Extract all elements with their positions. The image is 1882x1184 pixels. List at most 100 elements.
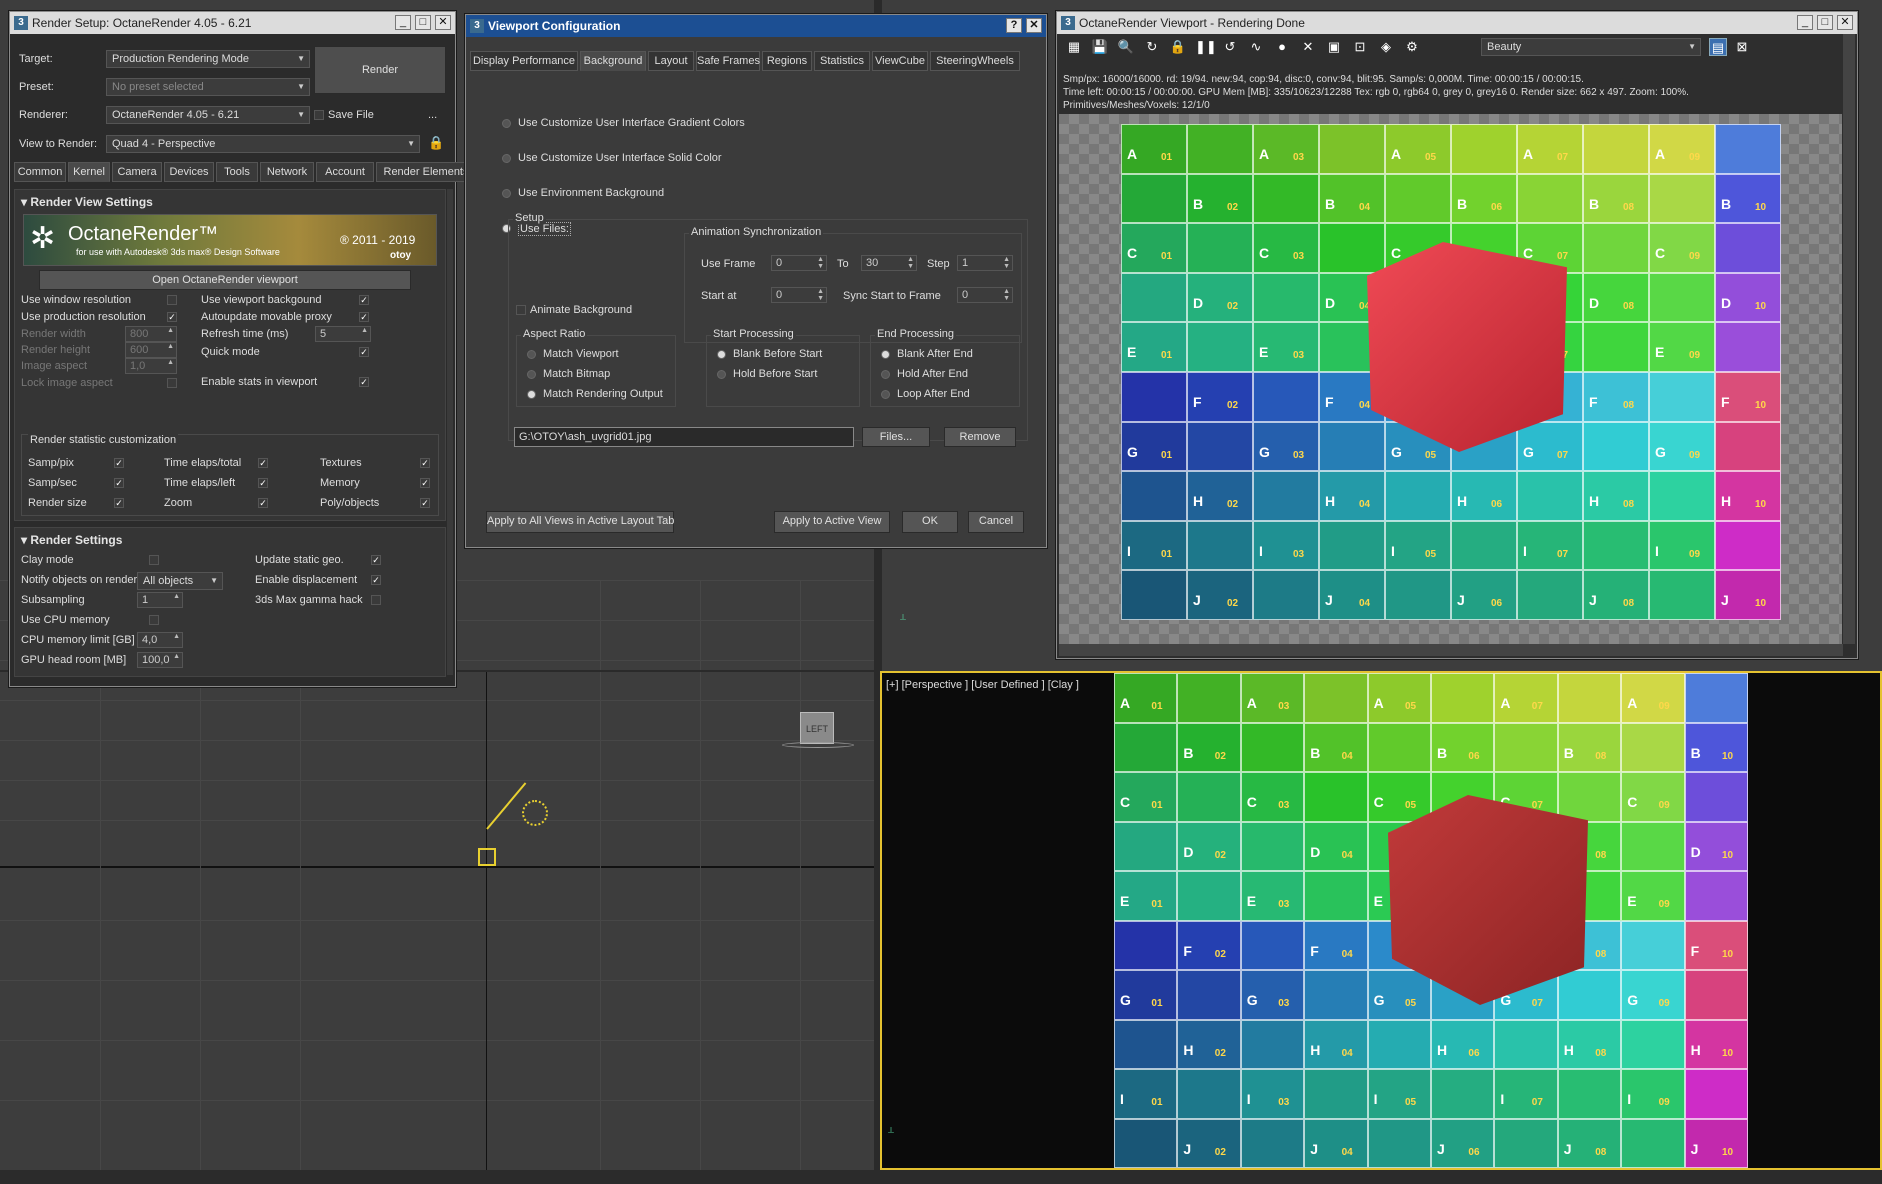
section-title[interactable]: ▾ Render View Settings xyxy=(21,195,153,209)
use-frame-spinner[interactable]: 0 ▲ ▼ xyxy=(771,255,827,271)
apply-all-views-button[interactable]: Apply to All Views in Active Layout Tab xyxy=(486,511,674,533)
clear-icon[interactable]: ✕ xyxy=(1299,38,1317,56)
setting-checkbox[interactable] xyxy=(149,555,159,565)
setting-checkbox[interactable] xyxy=(371,595,381,605)
animate-background-checkbox[interactable] xyxy=(516,305,526,315)
option-checkbox[interactable] xyxy=(359,295,369,305)
option-radio[interactable] xyxy=(527,390,536,399)
pause-icon[interactable]: ❚❚ xyxy=(1195,38,1217,56)
color-icon[interactable]: ● xyxy=(1273,38,1291,56)
tab-display-performance[interactable]: Display Performance xyxy=(470,51,578,71)
remove-button[interactable]: Remove xyxy=(944,427,1016,447)
close-icon[interactable]: ✕ xyxy=(1026,18,1042,33)
tab-common[interactable]: Common xyxy=(14,162,66,182)
setting-checkbox[interactable] xyxy=(371,575,381,585)
region-icon[interactable]: ⊠ xyxy=(1733,38,1751,56)
tab-camera[interactable]: Camera xyxy=(112,162,162,182)
tab-account[interactable]: Account xyxy=(316,162,374,182)
redo-icon[interactable]: ↺ xyxy=(1221,38,1239,56)
option-spinner[interactable]: 600 ▲ xyxy=(125,342,177,358)
setting-checkbox[interactable] xyxy=(149,615,159,625)
spinner-arrows-icon[interactable]: ▲ ▼ xyxy=(1003,256,1010,270)
viewport-config-titlebar[interactable]: 3 Viewport Configuration ? ✕ xyxy=(466,15,1046,37)
tab-tools[interactable]: Tools xyxy=(216,162,258,182)
minimize-icon[interactable]: _ xyxy=(1797,15,1813,30)
spinner-arrows-icon[interactable]: ▲ xyxy=(361,327,368,334)
maximize-icon[interactable]: □ xyxy=(415,15,431,30)
option-spinner[interactable]: 800 ▲ xyxy=(125,326,177,342)
render-setup-titlebar[interactable]: 3 Render Setup: OctaneRender 4.05 - 6.21… xyxy=(10,12,455,34)
file-path-field[interactable]: G:\OTOY\ash_uvgrid01.jpg xyxy=(514,427,854,447)
tab-viewcube[interactable]: ViewCube xyxy=(872,51,928,71)
setting-spinner[interactable]: 100,0 ▲ xyxy=(137,652,183,668)
refresh-icon[interactable]: ↻ xyxy=(1143,38,1161,56)
viewcube[interactable]: LEFT xyxy=(800,712,834,744)
close-icon[interactable]: ✕ xyxy=(435,15,451,30)
option-spinner[interactable]: 1,0 ▲ xyxy=(125,358,177,374)
option-checkbox[interactable] xyxy=(167,312,177,322)
preset-dropdown[interactable]: No preset selected ▼ xyxy=(106,78,310,96)
tab-background[interactable]: Background xyxy=(580,51,646,71)
option-checkbox[interactable] xyxy=(359,377,369,387)
stat-checkbox[interactable] xyxy=(114,478,124,488)
setting-checkbox[interactable] xyxy=(371,555,381,565)
layout-icon[interactable]: ▤ xyxy=(1709,38,1727,56)
render-canvas[interactable]: A 01 A 03 A 05 A 07 A 09 B 02 B 04 B 06 B 08 B 10 C 01 C 03 C 05 C… xyxy=(1059,114,1842,644)
option-checkbox[interactable] xyxy=(167,378,177,388)
tab-devices[interactable]: Devices xyxy=(164,162,214,182)
files-button[interactable]: Files... xyxy=(862,427,930,447)
lock-icon[interactable]: 🔒 xyxy=(1169,38,1187,56)
stat-checkbox[interactable] xyxy=(420,498,430,508)
renderer-dropdown[interactable]: OctaneRender 4.05 - 6.21 ▼ xyxy=(106,106,310,124)
option-radio[interactable] xyxy=(881,390,890,399)
stat-checkbox[interactable] xyxy=(420,458,430,468)
setting-dropdown[interactable]: All objects ▼ xyxy=(137,572,223,590)
open-octane-viewport-button[interactable]: Open OctaneRender viewport xyxy=(39,270,411,290)
spinner-arrows-icon[interactable]: ▲ ▼ xyxy=(817,256,824,270)
option-radio[interactable] xyxy=(527,370,536,379)
stat-checkbox[interactable] xyxy=(258,458,268,468)
minimize-icon[interactable]: _ xyxy=(395,15,411,30)
camera-icon[interactable]: ⊡ xyxy=(1351,38,1369,56)
option-checkbox[interactable] xyxy=(167,295,177,305)
tab-regions[interactable]: Regions xyxy=(762,51,812,71)
spinner-arrows-icon[interactable]: ▲ xyxy=(167,327,174,334)
start-at-spinner[interactable]: 0 ▲ ▼ xyxy=(771,287,827,303)
spinner-arrows-icon[interactable]: ▲ xyxy=(173,633,180,640)
tab-network[interactable]: Network xyxy=(260,162,314,182)
to-frame-spinner[interactable]: 30 ▲ ▼ xyxy=(861,255,917,271)
target-dropdown[interactable]: Production Rendering Mode ▼ xyxy=(106,50,310,68)
option-checkbox[interactable] xyxy=(359,312,369,322)
render-pass-dropdown[interactable]: Beauty ▼ xyxy=(1481,38,1701,56)
spinner-arrows-icon[interactable]: ▲ xyxy=(173,653,180,660)
close-icon[interactable]: ✕ xyxy=(1837,15,1853,30)
save-file-checkbox[interactable] xyxy=(314,110,324,120)
viewport-label[interactable]: [+] [Perspective ] [User Defined ] [Clay… xyxy=(886,679,1079,691)
tab-steeringwheels[interactable]: SteeringWheels xyxy=(930,51,1020,71)
gear-icon[interactable]: ⚙ xyxy=(1403,38,1421,56)
option-checkbox[interactable] xyxy=(359,347,369,357)
sun-light-icon[interactable] xyxy=(522,800,548,826)
zoom-icon[interactable]: 🔍 xyxy=(1117,38,1135,56)
tab-render-elements[interactable]: Render Elements xyxy=(376,162,476,182)
perspective-viewport[interactable]: [+] [Perspective ] [User Defined ] [Clay… xyxy=(880,671,1882,1170)
stat-checkbox[interactable] xyxy=(420,478,430,488)
spinner-arrows-icon[interactable]: ▲ ▼ xyxy=(817,288,824,302)
curve-icon[interactable]: ∿ xyxy=(1247,38,1265,56)
option-radio[interactable] xyxy=(527,350,536,359)
stat-checkbox[interactable] xyxy=(258,498,268,508)
spinner-arrows-icon[interactable]: ▲ xyxy=(167,359,174,366)
tab-statistics[interactable]: Statistics xyxy=(814,51,870,71)
settings-icon[interactable]: ▣ xyxy=(1325,38,1343,56)
option-radio[interactable] xyxy=(881,350,890,359)
background-radio[interactable] xyxy=(502,189,511,198)
save-icon[interactable]: 💾 xyxy=(1091,38,1109,56)
option-radio[interactable] xyxy=(717,370,726,379)
section-title[interactable]: ▾ Render Settings xyxy=(21,533,122,547)
tab-safe-frames[interactable]: Safe Frames xyxy=(696,51,760,71)
spinner-arrows-icon[interactable]: ▲ xyxy=(173,593,180,600)
maximize-icon[interactable]: □ xyxy=(1817,15,1833,30)
more-button[interactable]: ... xyxy=(428,109,437,121)
tab-layout[interactable]: Layout xyxy=(648,51,694,71)
cancel-button[interactable]: Cancel xyxy=(968,511,1024,533)
